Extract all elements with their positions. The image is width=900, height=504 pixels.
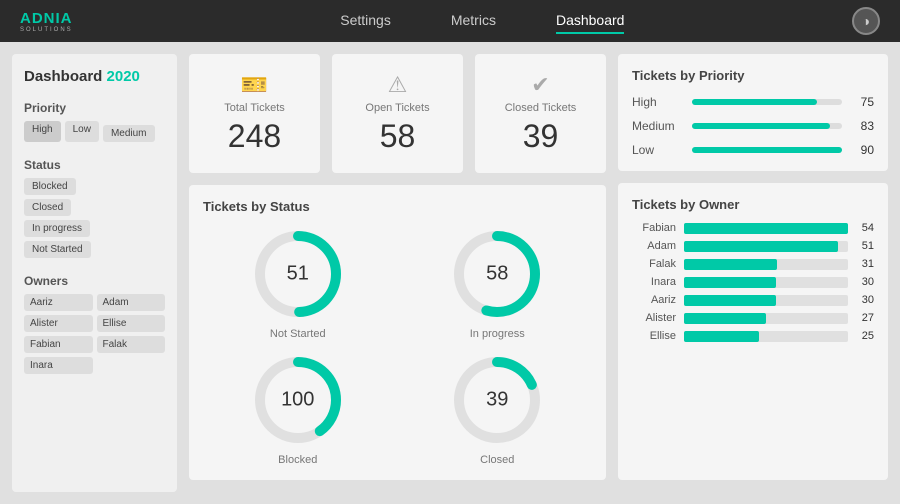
donut-blocked: 100 Blocked <box>203 350 393 466</box>
owners-label: Owners <box>24 274 165 288</box>
logo: ADNIA SOLUTIONS <box>20 10 73 33</box>
owner-row-falak: Falak 31 <box>632 258 874 270</box>
tag-adam[interactable]: Adam <box>97 294 166 311</box>
owner-row-alister: Alister 27 <box>632 312 874 324</box>
owner-val-ellise: 25 <box>848 330 874 342</box>
total-tickets-label: Total Tickets <box>224 102 285 114</box>
total-tickets-card: 🎫 Total Tickets 248 <box>189 54 320 173</box>
owner-name-inara: Inara <box>632 276 684 288</box>
open-tickets-value: 58 <box>380 118 416 155</box>
donut-in-progress: 58 In progress <box>403 224 593 340</box>
tickets-by-owner: Tickets by Owner Fabian 54 Adam 51 Falak <box>618 183 888 480</box>
open-tickets-card: ⚠ Open Tickets 58 <box>332 54 463 173</box>
tickets-by-priority: Tickets by Priority High 75 Medium 83 Lo… <box>618 54 888 171</box>
tag-blocked[interactable]: Blocked <box>24 178 76 195</box>
owner-row-inara: Inara 30 <box>632 276 874 288</box>
nav-dashboard[interactable]: Dashboard <box>556 8 625 34</box>
donut-in-progress-value: 58 <box>486 263 508 286</box>
logo-sub: SOLUTIONS <box>20 27 73 33</box>
open-tickets-label: Open Tickets <box>365 102 429 114</box>
donut-closed-label: Closed <box>480 454 514 466</box>
closed-tickets-label: Closed Tickets <box>505 102 577 114</box>
priority-name-low: Low <box>632 143 692 157</box>
tag-fabian[interactable]: Fabian <box>24 336 93 353</box>
sidebar: Dashboard 2020 Priority High Low Medium … <box>12 54 177 492</box>
tag-alister[interactable]: Alister <box>24 315 93 332</box>
priority-val-medium: 83 <box>850 119 874 133</box>
closed-tickets-icon: ✔ <box>531 72 549 98</box>
owner-name-falak: Falak <box>632 258 684 270</box>
donut-not-started-label: Not Started <box>270 328 326 340</box>
owner-row-ellise: Ellise 25 <box>632 330 874 342</box>
owner-name-fabian: Fabian <box>632 222 684 234</box>
donut-closed-value: 39 <box>486 389 508 412</box>
tag-high[interactable]: High <box>24 121 61 142</box>
priority-row-high: High 75 <box>632 95 874 109</box>
owner-val-inara: 30 <box>848 276 874 288</box>
owner-card-title: Tickets by Owner <box>632 197 874 212</box>
filter-status: Status Blocked Closed In progress Not St… <box>24 158 165 258</box>
donut-not-started: 51 Not Started <box>203 224 393 340</box>
priority-val-high: 75 <box>850 95 874 109</box>
priority-val-low: 90 <box>850 143 874 157</box>
owner-row-aariz: Aariz 30 <box>632 294 874 306</box>
filter-priority: Priority High Low Medium <box>24 101 165 142</box>
tag-inara[interactable]: Inara <box>24 357 93 374</box>
owner-val-adam: 51 <box>848 240 874 252</box>
tickets-by-status: Tickets by Status 51 Not Started <box>189 185 606 480</box>
owner-name-adam: Adam <box>632 240 684 252</box>
donut-closed: 39 Closed <box>403 350 593 466</box>
owner-name-ellise: Ellise <box>632 330 684 342</box>
closed-tickets-card: ✔ Closed Tickets 39 <box>475 54 606 173</box>
tag-not-started[interactable]: Not Started <box>24 241 91 258</box>
donut-in-progress-label: In progress <box>470 328 525 340</box>
total-tickets-value: 248 <box>228 118 281 155</box>
logo-text: ADNIA <box>20 10 73 27</box>
priority-card-title: Tickets by Priority <box>632 68 874 83</box>
total-tickets-icon: 🎫 <box>241 72 268 98</box>
donut-not-started-value: 51 <box>287 263 309 286</box>
tag-low[interactable]: Low <box>65 121 99 142</box>
owner-row-fabian: Fabian 54 <box>632 222 874 234</box>
donut-blocked-label: Blocked <box>278 454 317 466</box>
tag-medium[interactable]: Medium <box>103 125 155 142</box>
donut-blocked-value: 100 <box>281 389 314 412</box>
owner-val-aariz: 30 <box>848 294 874 306</box>
tag-closed[interactable]: Closed <box>24 199 71 216</box>
priority-name-high: High <box>632 95 692 109</box>
header: ADNIA SOLUTIONS Settings Metrics Dashboa… <box>0 0 900 42</box>
nav-settings[interactable]: Settings <box>340 8 391 34</box>
tag-falak[interactable]: Falak <box>97 336 166 353</box>
nav-metrics[interactable]: Metrics <box>451 8 496 34</box>
tag-ellise[interactable]: Ellise <box>97 315 166 332</box>
priority-label: Priority <box>24 101 165 115</box>
owner-name-aariz: Aariz <box>632 294 684 306</box>
owner-row-adam: Adam 51 <box>632 240 874 252</box>
priority-row-medium: Medium 83 <box>632 119 874 133</box>
owner-name-alister: Alister <box>632 312 684 324</box>
filter-owners: Owners Aariz Adam Alister Ellise Fabian … <box>24 274 165 374</box>
owner-val-fabian: 54 <box>848 222 874 234</box>
status-section-title: Tickets by Status <box>203 199 592 214</box>
owner-val-alister: 27 <box>848 312 874 324</box>
status-label: Status <box>24 158 165 172</box>
tag-in-progress[interactable]: In progress <box>24 220 90 237</box>
owner-val-falak: 31 <box>848 258 874 270</box>
main-nav: Settings Metrics Dashboard <box>113 8 852 34</box>
tag-aariz[interactable]: Aariz <box>24 294 93 311</box>
priority-row-low: Low 90 <box>632 143 874 157</box>
priority-name-medium: Medium <box>632 119 692 133</box>
closed-tickets-value: 39 <box>523 118 559 155</box>
theme-toggle[interactable]: ◑ <box>852 7 880 35</box>
open-tickets-icon: ⚠ <box>388 72 408 98</box>
sidebar-title: Dashboard 2020 <box>24 68 165 85</box>
